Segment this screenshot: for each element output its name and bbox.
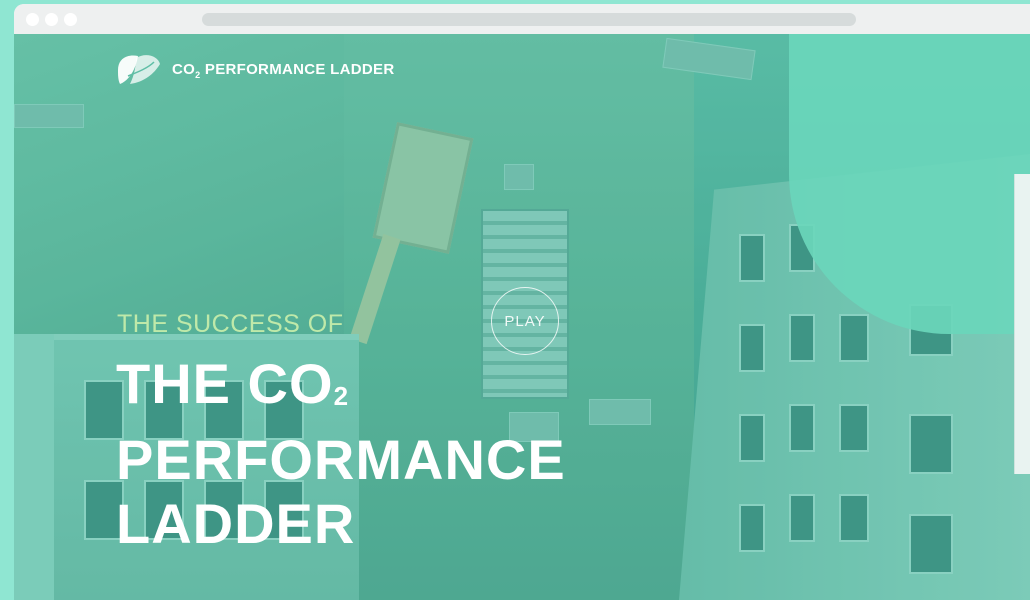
side-scroll-strip[interactable] (1014, 174, 1030, 474)
headline-line-1: THE CO2 (116, 352, 350, 415)
window-close-dot[interactable] (26, 13, 39, 26)
browser-chrome (14, 4, 1030, 34)
browser-window: CO2 PERFORMANCE LADDER PLAY THE SUCCESS … (14, 4, 1030, 600)
hero-kicker: THE SUCCESS OF (117, 310, 344, 338)
play-video-button[interactable]: PLAY (491, 287, 559, 355)
window-maximize-dot[interactable] (64, 13, 77, 26)
hero-section: CO2 PERFORMANCE LADDER PLAY THE SUCCESS … (14, 34, 1030, 600)
leaf-logo-icon (114, 50, 162, 90)
hero-headline: THE CO2 PERFORMANCE LADDER (116, 352, 636, 556)
window-minimize-dot[interactable] (45, 13, 58, 26)
headline-line-3: LADDER (116, 492, 356, 555)
play-label: PLAY (504, 312, 546, 330)
site-logo[interactable]: CO2 PERFORMANCE LADDER (114, 50, 394, 90)
brand-name: CO2 PERFORMANCE LADDER (172, 60, 395, 80)
address-bar[interactable] (202, 13, 856, 26)
headline-line-2: PERFORMANCE (116, 428, 566, 491)
